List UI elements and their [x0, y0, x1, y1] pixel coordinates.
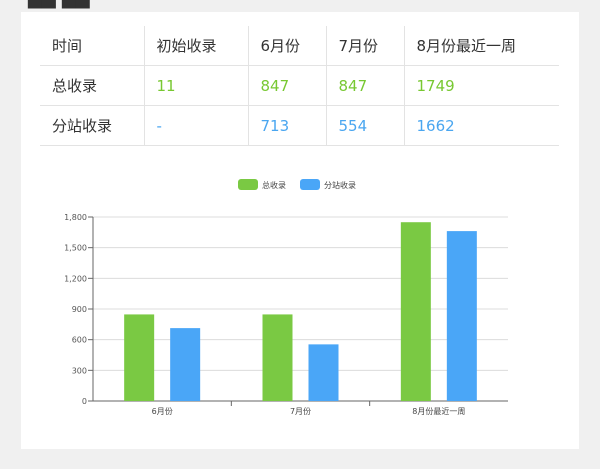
cell-sub-june: 713: [248, 105, 327, 146]
header-cell-august-week: 8月份最近一周: [404, 26, 559, 66]
y-tick-label: 0: [82, 397, 87, 406]
cell-sub-july: 554: [326, 105, 405, 146]
stats-table: 时间 初始收录 6月份 7月份 8月份最近一周 总收录 11 847 847 1…: [40, 26, 559, 146]
bar-total: [400, 222, 431, 401]
x-tick-label: 6月份: [152, 406, 173, 416]
bar-total: [262, 314, 293, 401]
header-cell-time: 时间: [40, 26, 145, 66]
table-row: 分站收录 - 713 554 1662: [40, 105, 559, 146]
table-row: 总收录 11 847 847 1749: [40, 65, 559, 106]
cell-total-initial: 11: [144, 65, 249, 106]
cell-sub-initial: -: [144, 105, 249, 146]
y-tick-label: 1,200: [64, 274, 87, 283]
cut-off-heading: ▆▆ ▆▆: [28, 0, 90, 9]
bar-sub: [446, 231, 477, 401]
bar-chart: 0 300 600 900 1,200 1,500 1,800 6月份 7月份 8月份最近一周 总收…: [64, 179, 508, 416]
bar-sub: [308, 344, 339, 401]
cell-total-july: 847: [326, 65, 405, 106]
row-label-total: 总收录: [40, 65, 145, 106]
header-cell-june: 6月份: [248, 26, 327, 66]
legend-swatch: [300, 179, 320, 190]
legend-swatch: [238, 179, 258, 190]
x-tick-label: 8月份最近一周: [412, 406, 465, 416]
page-top-strip: ▆▆ ▆▆: [0, 0, 600, 12]
y-tick-label: 300: [72, 366, 87, 375]
legend-label: 分站收录: [324, 180, 356, 190]
header-cell-initial: 初始收录: [144, 26, 249, 66]
x-tick-label: 7月份: [290, 406, 311, 416]
bar-sub: [170, 328, 201, 401]
y-tick-label: 1,500: [64, 244, 87, 253]
cell-total-august-week: 1749: [404, 65, 559, 106]
stats-card: 时间 初始收录 6月份 7月份 8月份最近一周 总收录 11 847 847 1…: [21, 12, 579, 449]
cell-sub-august-week: 1662: [404, 105, 559, 146]
header-cell-july: 7月份: [326, 26, 405, 66]
row-label-sub: 分站收录: [40, 105, 145, 146]
cell-total-june: 847: [248, 65, 327, 106]
table-header-row: 时间 初始收录 6月份 7月份 8月份最近一周: [40, 26, 559, 66]
legend-label: 总收录: [262, 180, 286, 190]
y-tick-label: 600: [72, 336, 87, 345]
y-tick-label: 1,800: [64, 213, 87, 222]
y-tick-label: 900: [72, 305, 87, 314]
bar-total: [124, 314, 155, 401]
